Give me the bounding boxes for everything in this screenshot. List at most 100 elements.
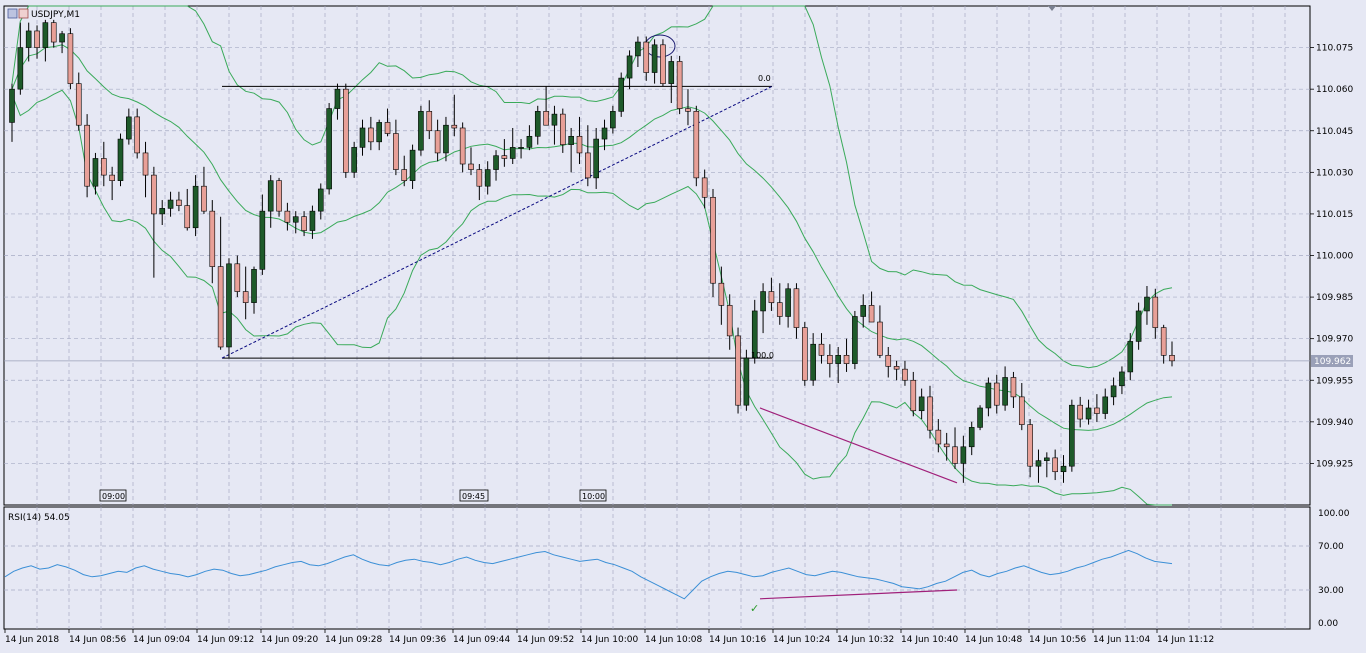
price-tick-label: 110.060 (1316, 85, 1353, 95)
time-tick-label: 14 Jun 09:12 (197, 635, 254, 645)
time-marker-1000[interactable]: 10:00 (579, 489, 607, 502)
chart-canvas[interactable]: ✓ 110.075 110.060 110.045 110.030 110.015 110… (0, 0, 1366, 650)
check-mark-icon: ✓ (750, 602, 759, 615)
bull-candle (743, 357, 750, 406)
price-tick-label: 109.925 (1316, 459, 1353, 469)
bear-candle (827, 354, 833, 364)
bear-candle (1169, 354, 1175, 362)
bull-candle (760, 291, 766, 312)
bear-candle (793, 288, 800, 328)
time-marker-label: 09:45 (462, 492, 485, 501)
bull-candle (960, 446, 967, 464)
time-tick-label: 14 Jun 10:08 (645, 635, 702, 645)
bear-candle (100, 158, 107, 176)
price-tick-label: 110.075 (1316, 44, 1353, 54)
bull-candle (985, 382, 992, 409)
rsi-title: RSI(14) 54.05 (8, 513, 70, 523)
bull-candle (126, 116, 132, 140)
current-price-label: 109.962 (1314, 357, 1351, 367)
bear-candle (885, 354, 892, 367)
bull-candle (267, 180, 274, 212)
bear-candle (368, 127, 374, 143)
time-tick-label: 14 Jun 09:28 (325, 635, 382, 645)
bear-candle (84, 124, 90, 187)
bull-candle (25, 30, 32, 48)
bear-candle (1052, 457, 1058, 473)
bull-candle (9, 88, 15, 123)
bull-candle (351, 147, 357, 173)
bull-candle (601, 127, 608, 140)
bull-candle (292, 216, 299, 223)
bull-candle (860, 305, 867, 317)
price-tick-label: 109.985 (1316, 293, 1353, 303)
price-tick-label: 109.955 (1316, 376, 1353, 386)
bear-candle (401, 169, 408, 181)
rsi-tick-label: 100.00 (1318, 509, 1350, 519)
bear-candle (927, 396, 933, 431)
bull-candle (618, 77, 625, 112)
bull-candle (42, 22, 49, 48)
time-marker-0945[interactable]: 09:45 (459, 489, 489, 502)
bear-candle (693, 111, 700, 179)
bear-candle (176, 199, 182, 206)
bear-candle (935, 429, 942, 445)
time-tick-label: 14 Jun 2018 (5, 635, 59, 645)
bear-candle (393, 133, 399, 170)
bear-candle (818, 343, 825, 356)
bear-candle (217, 266, 224, 348)
bear-candle (1152, 296, 1159, 328)
bear-candle (735, 335, 741, 406)
chart-window[interactable]: ✓ 110.075 110.060 110.045 110.030 110.015 110… (0, 0, 1366, 650)
bear-candle (701, 177, 708, 198)
bear-candle (434, 130, 441, 154)
bear-candle (142, 152, 149, 176)
bull-candle (226, 263, 232, 348)
bull-candle (593, 138, 599, 179)
bull-candle (334, 88, 341, 109)
bear-candle (109, 174, 115, 181)
bear-candle (468, 163, 474, 170)
time-tick-label: 14 Jun 09:20 (261, 635, 318, 645)
symbol-title: USDJPY,M1 (31, 10, 80, 20)
bull-candle (1119, 371, 1125, 387)
bear-candle (1018, 396, 1025, 425)
bear-candle (1010, 377, 1017, 398)
bull-candle (251, 269, 257, 303)
bear-candle (1077, 404, 1084, 420)
bear-candle (476, 169, 483, 187)
bear-candle (209, 210, 216, 267)
bull-candle (1102, 396, 1109, 414)
bear-candle (685, 108, 691, 112)
time-tick-label: 14 Jun 10:00 (581, 635, 638, 645)
bear-candle (718, 282, 725, 306)
rsi-tick-label: 70.00 (1318, 542, 1344, 552)
bear-candle (576, 135, 583, 154)
bull-candle (835, 354, 841, 364)
bull-candle (192, 185, 199, 229)
bull-candle (159, 208, 166, 215)
bull-candle (610, 111, 616, 129)
bear-candle (284, 210, 291, 223)
bull-candle (484, 169, 491, 187)
bear-candle (952, 446, 958, 464)
bull-candle (326, 108, 332, 190)
bear-candle (993, 382, 1000, 406)
rsi-tick-label: 0.00 (1318, 619, 1338, 629)
bull-candle (59, 33, 65, 43)
bear-candle (910, 379, 917, 412)
bull-candle (977, 407, 983, 428)
bull-candle (1060, 465, 1067, 473)
bear-candle (893, 366, 900, 370)
bull-candle (526, 135, 533, 148)
time-tick-label: 14 Jun 09:04 (133, 635, 190, 645)
rsi-tick-label: 30.00 (1318, 586, 1344, 596)
bull-candle (1144, 296, 1150, 312)
bear-candle (710, 196, 716, 284)
bull-candle (409, 149, 416, 181)
time-tick-label: 14 Jun 09:36 (389, 635, 446, 645)
bear-candle (660, 44, 666, 84)
time-marker-0900[interactable]: 09:00 (99, 489, 127, 502)
window-background (0, 0, 1366, 650)
bear-candle (868, 305, 875, 323)
bull-candle (534, 111, 541, 137)
